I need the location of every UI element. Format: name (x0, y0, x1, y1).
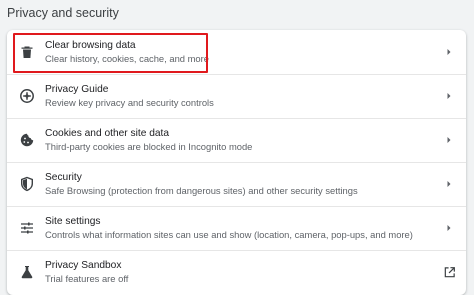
sliders-icon (19, 220, 35, 236)
row-label: Security (45, 171, 82, 183)
row-description: Third-party cookies are blocked in Incog… (45, 140, 253, 152)
row-label: Cookies and other site data (45, 127, 170, 139)
row-label: Site settings (45, 215, 101, 227)
privacy-guide-icon (19, 88, 35, 104)
privacy-guide-row[interactable]: Privacy Guide Review key privacy and sec… (7, 74, 466, 118)
row-description: Clear history, cookies, cache, and more (45, 52, 209, 64)
row-label: Privacy Sandbox (45, 259, 122, 271)
privacy-sandbox-row[interactable]: Privacy Sandbox Trial features are off (7, 250, 466, 294)
row-label: Clear browsing data (45, 39, 136, 51)
chevron-right-icon (444, 223, 454, 233)
privacy-security-card: Clear browsing data Clear history, cooki… (7, 30, 466, 295)
chevron-right-icon (444, 91, 454, 101)
row-description: Review key privacy and security controls (45, 96, 214, 108)
chevron-right-icon (444, 47, 454, 57)
security-row[interactable]: Security Safe Browsing (protection from … (7, 162, 466, 206)
chevron-right-icon (444, 135, 454, 145)
clear-browsing-data-row[interactable]: Clear browsing data Clear history, cooki… (7, 30, 466, 74)
chevron-right-icon (444, 179, 454, 189)
row-description: Trial features are off (45, 272, 129, 284)
cookies-row[interactable]: Cookies and other site data Third-party … (7, 118, 466, 162)
row-label: Privacy Guide (45, 83, 109, 95)
cookie-icon (19, 132, 35, 148)
shield-icon (19, 176, 35, 192)
external-link-icon (442, 265, 456, 279)
section-title: Privacy and security (7, 6, 119, 20)
row-description: Controls what information sites can use … (45, 228, 413, 240)
flask-icon (19, 264, 35, 280)
row-description: Safe Browsing (protection from dangerous… (45, 184, 358, 196)
site-settings-row[interactable]: Site settings Controls what information … (7, 206, 466, 250)
trash-icon (19, 44, 35, 60)
